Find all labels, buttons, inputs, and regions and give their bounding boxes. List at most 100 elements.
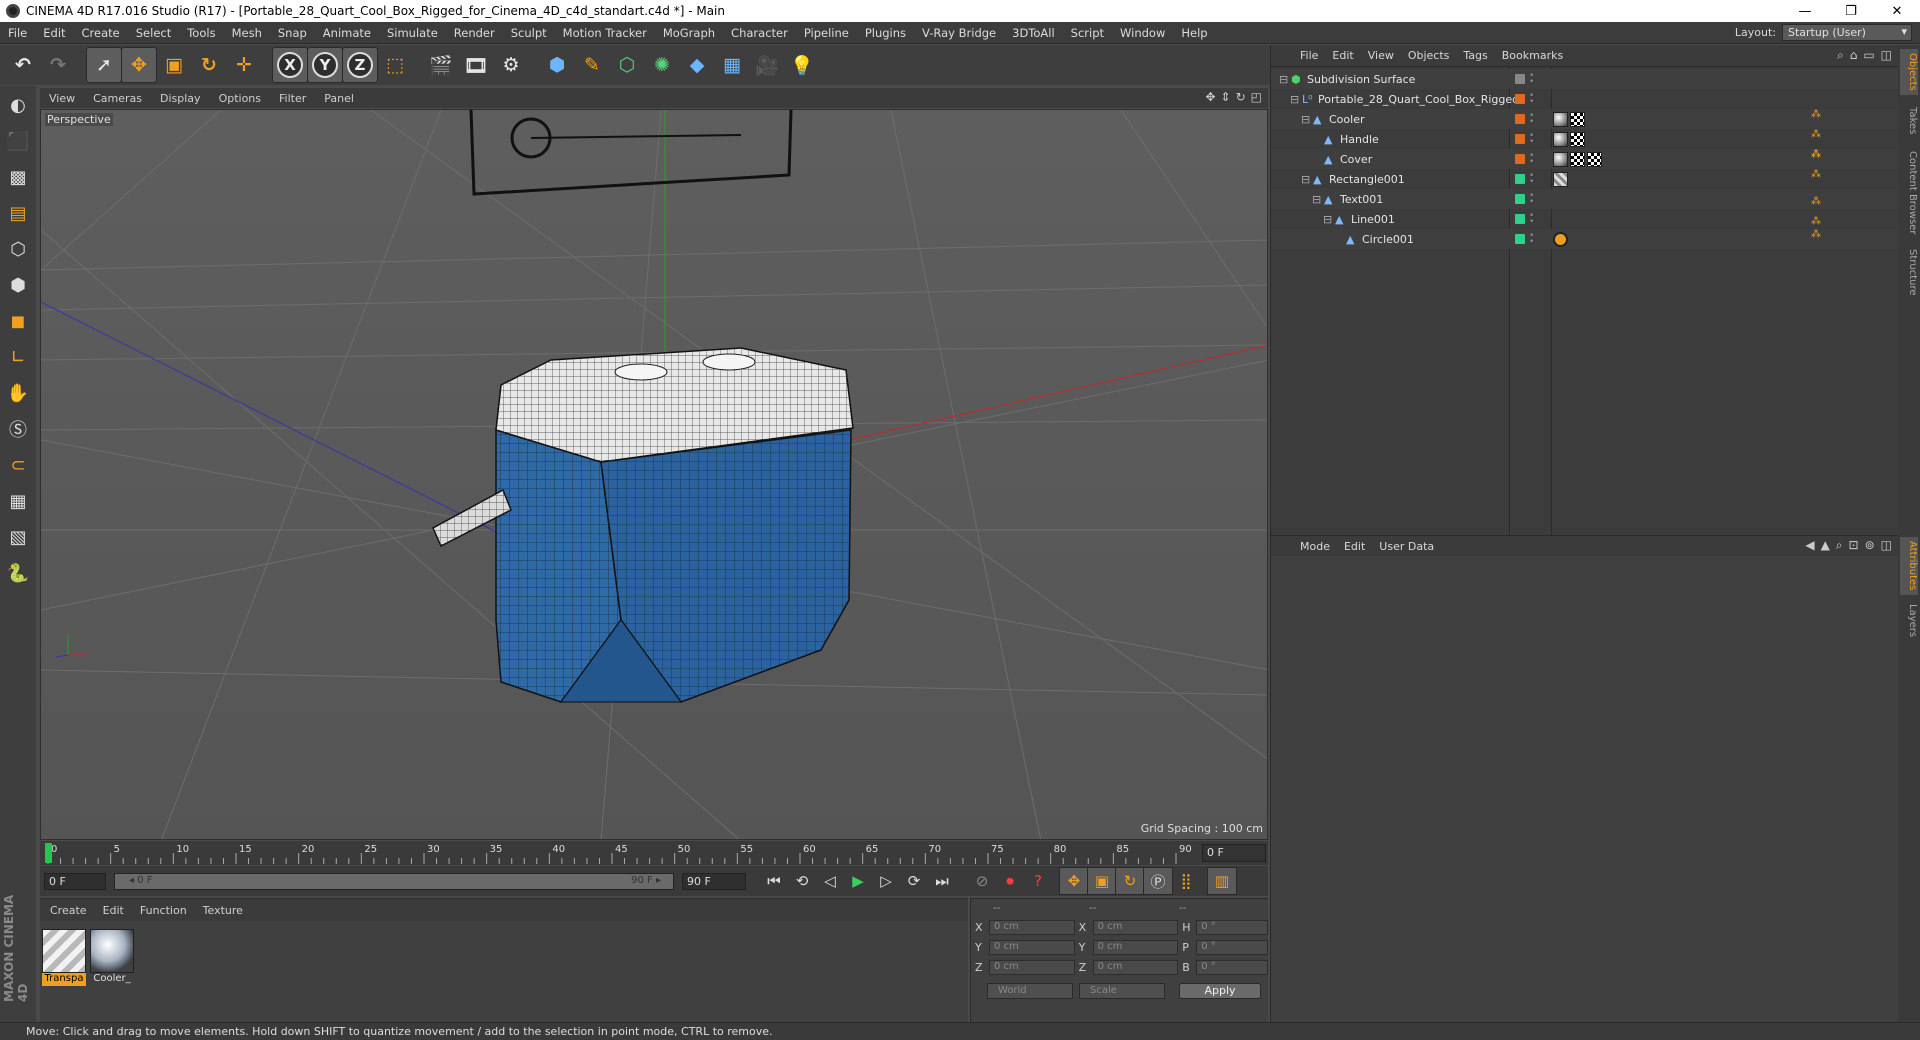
material-menu-create[interactable]: Create — [42, 904, 95, 917]
check-tag-icon[interactable] — [1587, 151, 1602, 167]
coordinate-system-icon[interactable]: ⬚ — [378, 48, 412, 82]
settings-icon[interactable]: ⊚ — [1865, 538, 1875, 553]
last-tool-icon[interactable]: ✛ — [227, 48, 261, 82]
preview-range-slider[interactable]: ◂ 0 F 90 F ▸ — [114, 872, 674, 890]
object-menu-view[interactable]: View — [1361, 49, 1401, 62]
viewport-menu-options[interactable]: Options — [210, 92, 270, 105]
rotate-tool-icon[interactable]: ↻ — [192, 48, 226, 82]
home-icon[interactable]: ⌂ — [1850, 48, 1858, 63]
pan-icon[interactable]: ✥ — [1205, 90, 1215, 104]
size-mode-dropdown[interactable]: Scale — [1079, 983, 1165, 999]
viewport-menu-display[interactable]: Display — [151, 92, 210, 105]
redo-icon[interactable]: ↷ — [41, 48, 75, 82]
object-menu-tags[interactable]: Tags — [1456, 49, 1494, 62]
check-tag-icon[interactable] — [1570, 111, 1585, 127]
polygons-mode-icon[interactable]: ◼ — [3, 306, 33, 336]
visibility-dots-icon[interactable]: • • — [1529, 132, 1534, 147]
object-row[interactable]: ▲ Cover • • ⁂ ⁂ — [1271, 149, 1899, 169]
render-settings-icon[interactable]: ⚙ — [494, 48, 528, 82]
deformer-icon[interactable]: ◆ — [680, 48, 714, 82]
material-transparent[interactable]: Transpa — [42, 929, 86, 987]
y-axis-lock-button[interactable]: Y — [307, 47, 343, 83]
visibility-dots-icon[interactable]: • • — [1529, 172, 1534, 187]
planar-workplane-icon[interactable]: ▧ — [3, 522, 33, 552]
viewport-camera-label[interactable]: Perspective — [45, 113, 113, 126]
scale-tool-icon[interactable]: ▣ — [157, 48, 191, 82]
coordinate-space-dropdown[interactable]: World — [987, 983, 1073, 999]
layer-color-swatch[interactable] — [1515, 94, 1525, 104]
layer-color-swatch[interactable] — [1515, 114, 1525, 124]
menu-animate[interactable]: Animate — [315, 26, 379, 40]
object-row[interactable]: ⊟ ▲ Rectangle001 • • ⁂ — [1271, 169, 1899, 189]
object-row[interactable]: ⊟ ▲ Cooler • • ⁂ — [1271, 109, 1899, 129]
menu-script[interactable]: Script — [1063, 26, 1112, 40]
back-arrow-icon[interactable]: ◀ — [1805, 538, 1814, 553]
viewport-menu-view[interactable]: View — [40, 92, 84, 105]
subdivision-surface-icon[interactable]: ⬡ — [610, 48, 644, 82]
menu-render[interactable]: Render — [446, 26, 503, 40]
snapping-icon[interactable]: Ⓢ — [3, 414, 33, 444]
locked-workplane-icon[interactable]: ▦ — [3, 486, 33, 516]
minimize-button[interactable]: — — [1782, 0, 1828, 22]
orbit-icon[interactable]: ↻ — [1236, 90, 1246, 104]
up-arrow-icon[interactable]: ▲ — [1821, 538, 1830, 553]
expand-toggle-icon[interactable]: ⊟ — [1279, 73, 1288, 86]
dolly-icon[interactable]: ⇕ — [1221, 90, 1231, 104]
attribute-menu-edit[interactable]: Edit — [1337, 540, 1372, 553]
layer-color-swatch[interactable] — [1515, 214, 1525, 224]
spline-pen-icon[interactable]: ✎ — [575, 48, 609, 82]
menu-mesh[interactable]: Mesh — [224, 26, 270, 40]
object-menu-file[interactable]: File — [1293, 49, 1325, 62]
position-z-field[interactable]: 0 cm — [988, 959, 1075, 975]
live-selection-icon[interactable]: ➚ — [86, 47, 122, 83]
close-button[interactable]: ✕ — [1874, 0, 1920, 22]
expand-toggle-icon[interactable]: ⊟ — [1290, 93, 1299, 106]
object-menu-objects[interactable]: Objects — [1401, 49, 1457, 62]
magnet-icon[interactable]: ⊂ — [3, 450, 33, 480]
goto-next-key-icon[interactable]: ⟳ — [900, 868, 928, 894]
rotation-h-field[interactable]: 0 ° — [1196, 919, 1268, 935]
menu-plugins[interactable]: Plugins — [857, 26, 914, 40]
lock-icon[interactable]: ⊡ — [1849, 538, 1859, 553]
visibility-dots-icon[interactable]: • • — [1529, 152, 1534, 167]
menu-sculpt[interactable]: Sculpt — [503, 26, 555, 40]
play-forward-icon[interactable]: ▶ — [844, 868, 872, 894]
maximize-button[interactable]: ❐ — [1828, 0, 1874, 22]
dots-tag-icon[interactable]: ⁂ — [1811, 149, 1826, 167]
menu-select[interactable]: Select — [128, 26, 179, 40]
menu-tools[interactable]: Tools — [179, 26, 223, 40]
goto-prev-key-icon[interactable]: ⟲ — [788, 868, 816, 894]
maximize-view-icon[interactable]: ◰ — [1251, 90, 1262, 104]
dots-tag-icon[interactable]: ⁂ — [1811, 109, 1826, 127]
menu-simulate[interactable]: Simulate — [379, 26, 446, 40]
position-x-field[interactable]: 0 cm — [988, 919, 1075, 935]
menu-snap[interactable]: Snap — [270, 26, 315, 40]
object-row[interactable]: ▲ Circle001 • • ⁂ — [1271, 229, 1899, 249]
menu-pipeline[interactable]: Pipeline — [796, 26, 857, 40]
object-row[interactable]: ⊟ ▲ Text001 • • ⁂ — [1271, 189, 1899, 209]
menu-help[interactable]: Help — [1173, 26, 1215, 40]
object-row[interactable]: ⊟ ⬢ Subdivision Surface • • — [1271, 69, 1899, 89]
key-pla-icon[interactable]: ⣿ — [1172, 868, 1200, 894]
key-position-icon[interactable]: ✥ — [1059, 867, 1089, 895]
perspective-viewport[interactable]: Perspective Grid Spacing : 100 cm — [40, 109, 1268, 840]
workplane-mode-icon[interactable]: ▤ — [3, 198, 33, 228]
autokey-icon[interactable]: ⏺ — [996, 868, 1024, 894]
expand-toggle-icon[interactable]: ⊟ — [1323, 213, 1332, 226]
position-y-field[interactable]: 0 cm — [988, 939, 1075, 955]
model-mode-icon[interactable]: ⬛ — [3, 126, 33, 156]
goto-end-icon[interactable]: ⏭ — [928, 868, 956, 894]
side-tab-takes[interactable]: Takes — [1900, 103, 1918, 139]
dots-tag-icon[interactable]: ⁂ — [1811, 169, 1826, 187]
layer-color-swatch[interactable] — [1515, 194, 1525, 204]
size-y-field[interactable]: 0 cm — [1092, 939, 1179, 955]
menu-motion-tracker[interactable]: Motion Tracker — [555, 26, 655, 40]
layer-color-swatch[interactable] — [1515, 154, 1525, 164]
side-tab-attributes[interactable]: Attributes — [1900, 537, 1918, 595]
points-mode-icon[interactable]: ⬡ — [3, 234, 33, 264]
check-tag-icon[interactable] — [1570, 131, 1585, 147]
side-tab-layers[interactable]: Layers — [1900, 601, 1918, 641]
prev-frame-icon[interactable]: ◁ — [816, 868, 844, 894]
sphere-tag-icon[interactable] — [1553, 111, 1568, 127]
array-icon[interactable]: ✺ — [645, 48, 679, 82]
